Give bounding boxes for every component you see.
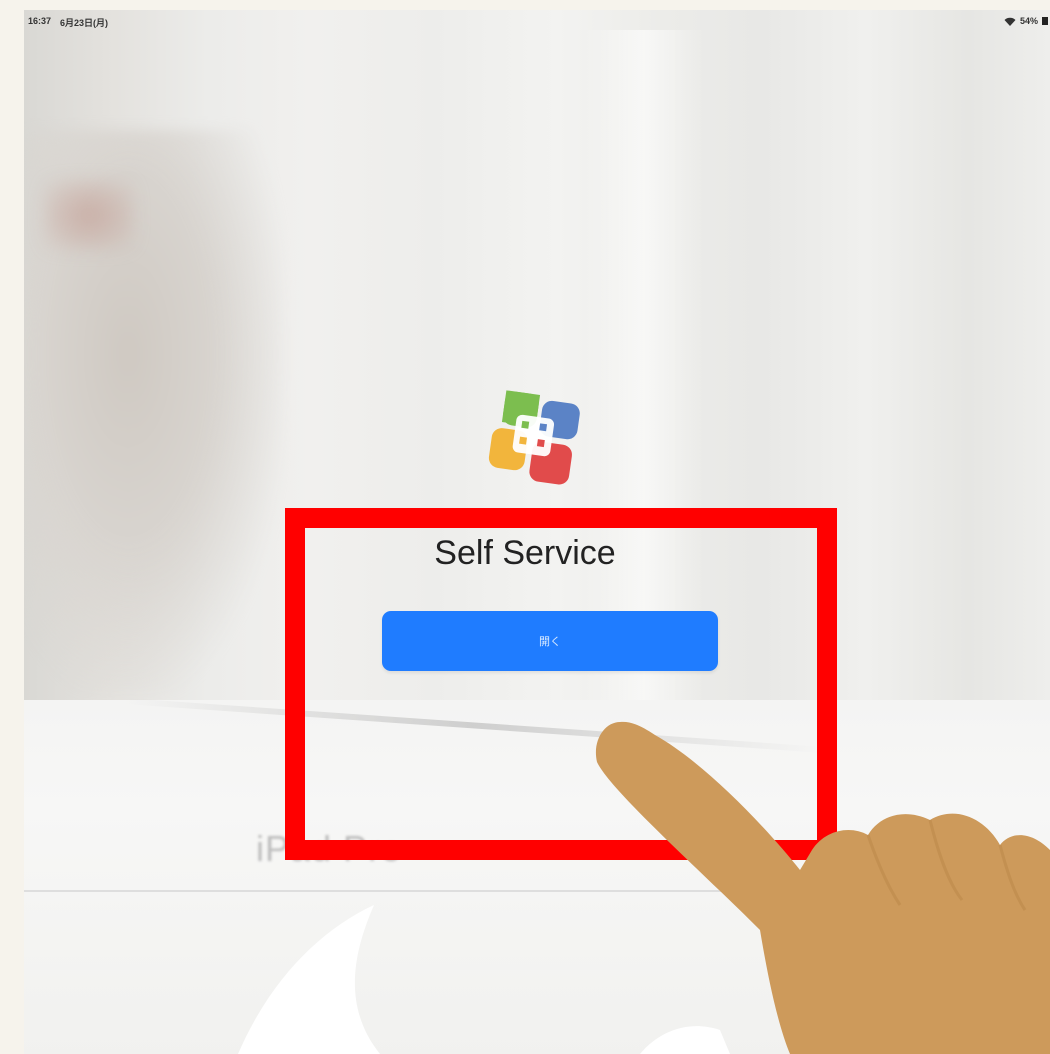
wifi-icon [1004, 17, 1016, 26]
background-blob [44, 180, 134, 250]
battery-percent: 54% [1019, 16, 1038, 26]
self-service-logo-icon [488, 390, 580, 485]
status-date: 6月23日(月) [60, 18, 109, 28]
status-bar: 16:37 6月23日(月) 54% [24, 10, 1050, 34]
highlight-box [285, 508, 837, 860]
status-time: 16:37 [28, 16, 52, 26]
background-box-edge [24, 890, 1050, 892]
battery-icon [1042, 17, 1048, 25]
status-right: 54% [1004, 16, 1048, 26]
